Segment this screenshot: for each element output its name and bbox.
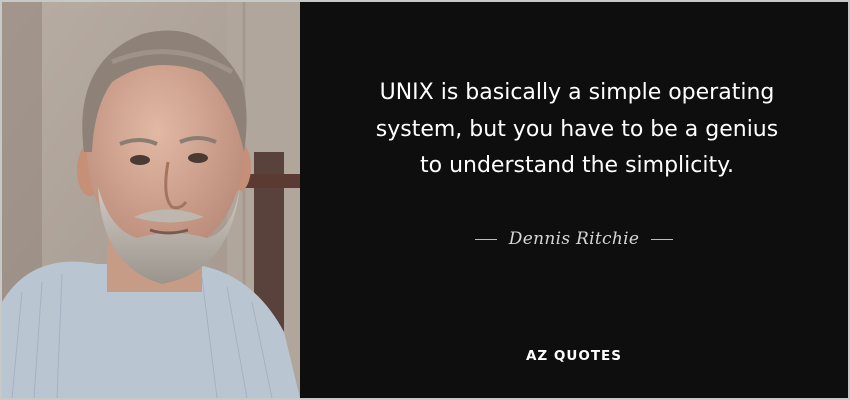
author-name[interactable]: Dennis Ritchie [509, 229, 639, 249]
brand-logo-text: AZ QUOTES [525, 348, 622, 364]
quote-line: to understand the simplicity. [420, 153, 734, 178]
quote-card: UNIX is basically a simple operating sys… [0, 0, 850, 400]
quote-line: UNIX is basically a simple operating [379, 80, 775, 105]
quote-line: system, but you have to be a genius [375, 116, 779, 142]
quote-text: UNIX is basically a simple operating sys… [320, 75, 834, 185]
quote-panel: UNIX is basically a simple operating sys… [300, 2, 848, 398]
author-portrait [2, 2, 300, 398]
author-attribution: Dennis Ritchie [300, 227, 848, 251]
dash-left [474, 238, 497, 240]
dash-right [651, 238, 674, 240]
brand-logo: AZ QUOTES [300, 348, 848, 364]
